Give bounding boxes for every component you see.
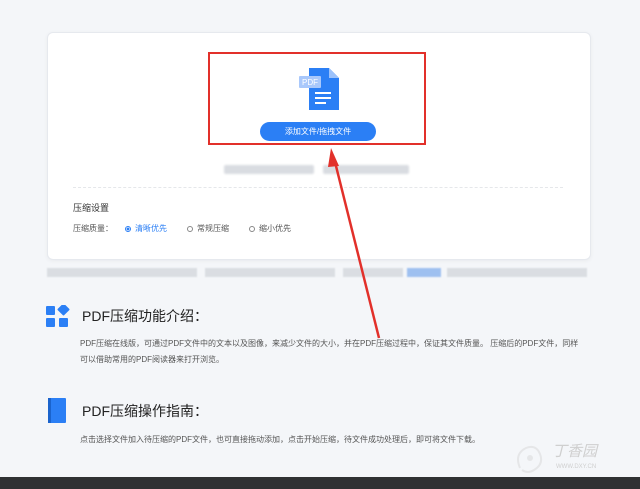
intro-title: PDF压缩功能介绍：	[82, 308, 208, 324]
settings-title: 压缩设置	[73, 203, 110, 213]
option-normal-compress[interactable]: 常规压缩	[187, 223, 229, 234]
blurred-text	[323, 165, 409, 174]
grid-icon	[46, 305, 70, 327]
radio-button[interactable]	[125, 225, 131, 232]
bottom-bar	[0, 477, 640, 489]
quality-label: 压缩质量：	[73, 224, 113, 233]
quality-options: 压缩质量： 清晰优先 常规压缩 缩小优先	[73, 223, 291, 234]
book-icon	[48, 398, 66, 423]
watermark-url: WWW.DXY.CN	[556, 464, 597, 470]
blurred-text	[224, 165, 314, 174]
option-smaller-first[interactable]: 缩小优先	[249, 223, 291, 234]
upload-dropzone[interactable]: PDF 添加文件/拖拽文件	[208, 52, 426, 145]
divider	[73, 187, 563, 188]
watermark-text: 丁香园	[552, 443, 598, 460]
svg-text:PDF: PDF	[302, 78, 318, 87]
blurred-mosaic	[47, 268, 588, 278]
intro-heading: PDF压缩功能介绍：	[46, 305, 208, 327]
guide-heading: PDF压缩操作指南：	[46, 398, 208, 424]
pdf-file-icon: PDF	[299, 68, 339, 110]
add-file-button[interactable]: 添加文件/拖拽文件	[260, 122, 376, 141]
radio-button[interactable]	[249, 225, 255, 232]
intro-text: PDF压缩在线版，可通过PDF文件中的文本以及图像，来减少文件的大小，并在PDF…	[80, 339, 579, 364]
radio-button[interactable]	[187, 225, 193, 232]
guide-title: PDF压缩操作指南：	[82, 403, 208, 419]
option-clarity-first[interactable]: 清晰优先	[125, 223, 167, 234]
